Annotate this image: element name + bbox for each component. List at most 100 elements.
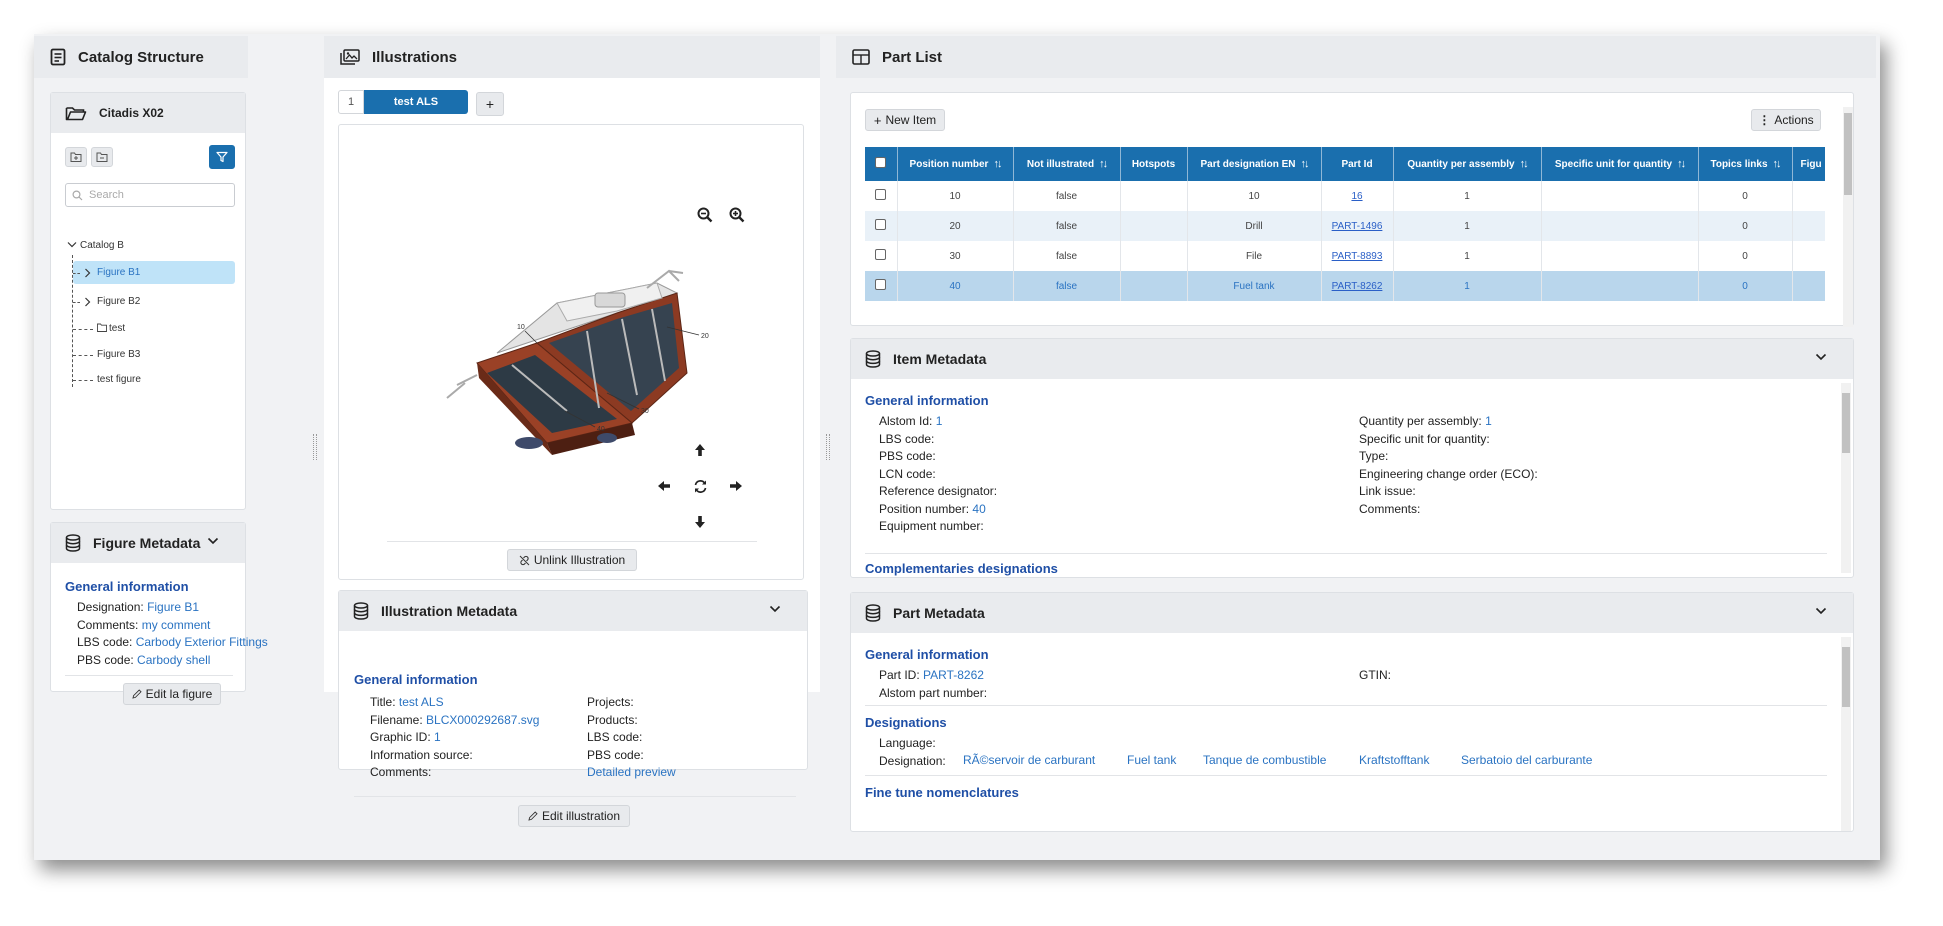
chevron-down-icon[interactable] (1815, 353, 1827, 361)
alstom-id-value: 1 (935, 414, 943, 428)
row-select-cell[interactable] (865, 211, 898, 241)
projects-label: Projects: (587, 695, 634, 709)
figure-metadata-fields: Designation: Figure B1 Comments: my comm… (77, 599, 268, 669)
item-metadata-scrollbar[interactable] (1841, 383, 1851, 573)
column-not-illustrated[interactable]: Not illustrated ↑↓ (1013, 147, 1121, 181)
panel-splitter-left[interactable] (313, 434, 317, 460)
row-checkbox[interactable] (875, 219, 887, 230)
figure-metadata-header[interactable]: Figure Metadata (51, 523, 245, 563)
part-metadata-header[interactable]: Part Metadata (851, 593, 1853, 633)
chevron-down-icon[interactable] (207, 537, 219, 545)
catalog-structure-header: Catalog Structure (34, 36, 248, 78)
designation-label: Designation: (77, 600, 144, 614)
table-row[interactable]: 10 false 10 16 1 0 (865, 181, 1825, 211)
item-metadata-header[interactable]: Item Metadata (851, 339, 1853, 379)
pan-down-icon[interactable] (693, 515, 707, 529)
pan-up-icon[interactable] (693, 443, 707, 457)
cell-figure (1792, 241, 1825, 271)
column-specific-unit[interactable]: Specific unit for quantity ↑↓ (1541, 147, 1699, 181)
row-select-cell[interactable] (865, 271, 898, 301)
catalog-root-header[interactable]: Citadis X02 (51, 93, 245, 133)
sort-icon[interactable]: ↑↓ (1301, 158, 1310, 170)
part-id-link[interactable]: 16 (1351, 191, 1362, 202)
column-position-number[interactable]: Position number ↑↓ (897, 147, 1014, 181)
select-all-header[interactable] (865, 147, 898, 181)
detailed-preview-link[interactable]: Detailed preview (587, 765, 676, 779)
scrollbar-thumb[interactable] (1842, 647, 1850, 707)
remove-folder-button[interactable] (91, 147, 113, 167)
designation-it: Serbatoio del carburante (1461, 753, 1593, 767)
tree-item-test[interactable]: test (109, 323, 125, 334)
new-item-button[interactable]: + New Item (865, 109, 945, 131)
edit-figure-button[interactable]: Edit la figure (123, 683, 221, 705)
tree-dash (73, 273, 80, 274)
unlink-icon (519, 555, 530, 565)
column-topics-links[interactable]: Topics links ↑↓ (1698, 147, 1793, 181)
part-id-link[interactable]: PART-1496 (1332, 221, 1383, 232)
part-metadata-scrollbar[interactable] (1841, 637, 1851, 831)
sort-icon[interactable]: ↑↓ (1520, 158, 1529, 170)
row-checkbox[interactable] (875, 189, 887, 200)
chevron-right-icon[interactable] (84, 268, 91, 278)
table-row[interactable]: 20 false Drill PART-1496 1 0 (865, 211, 1825, 241)
column-part-designation-en[interactable]: Part designation EN ↑↓ (1187, 147, 1322, 181)
zoom-in-icon[interactable] (729, 207, 745, 223)
column-label: Topics links (1710, 159, 1768, 170)
figure-metadata-box: Figure Metadata General information Desi… (50, 522, 268, 705)
tree-item-figure-b3[interactable]: Figure B3 (97, 349, 140, 360)
row-select-cell[interactable] (865, 181, 898, 211)
cell-not-illustrated: false (1013, 241, 1121, 271)
images-icon (340, 49, 360, 65)
reset-view-icon[interactable] (693, 479, 708, 494)
tab-test-als[interactable]: test ALS (364, 90, 468, 114)
part-id-link[interactable]: PART-8262 (1332, 281, 1383, 292)
actions-button[interactable]: ⋮ Actions (1751, 109, 1821, 131)
chevron-down-icon[interactable] (67, 241, 77, 249)
row-checkbox[interactable] (875, 279, 887, 290)
sort-icon[interactable]: ↑↓ (1677, 158, 1686, 170)
tree-item-figure-b2[interactable]: Figure B2 (97, 296, 140, 307)
cell-not-illustrated: false (1013, 211, 1121, 241)
unlink-illustration-button[interactable]: Unlink Illustration (507, 549, 637, 571)
add-folder-button[interactable] (65, 147, 87, 167)
edit-illustration-button[interactable]: Edit illustration (518, 805, 630, 827)
table-row[interactable]: 40 false Fuel tank PART-8262 1 0 (865, 271, 1825, 301)
tree-root-catalog-b[interactable]: Catalog B (80, 240, 124, 251)
table-row[interactable]: 30 false File PART-8893 1 0 (865, 241, 1825, 271)
folder-minus-icon (96, 152, 108, 162)
scrollbar-thumb[interactable] (1842, 393, 1850, 453)
column-quantity-per-assembly[interactable]: Quantity per assembly ↑↓ (1393, 147, 1542, 181)
general-information-heading: General information (865, 647, 989, 662)
zoom-out-icon[interactable] (697, 207, 713, 223)
illustration-metadata-header[interactable]: Illustration Metadata (339, 591, 807, 631)
table-scrollbar[interactable] (1843, 107, 1853, 327)
select-all-checkbox[interactable] (875, 157, 887, 168)
sort-icon[interactable]: ↑↓ (1099, 158, 1108, 170)
chevron-right-icon[interactable] (84, 297, 91, 307)
row-checkbox[interactable] (875, 249, 887, 260)
cell-quantity: 1 (1393, 271, 1542, 301)
tab-index[interactable]: 1 (338, 90, 364, 114)
scrollbar-thumb[interactable] (1844, 113, 1852, 195)
chevron-down-icon[interactable] (1815, 607, 1827, 615)
part-list-header: Part List (836, 36, 1876, 78)
sort-icon[interactable]: ↑↓ (1773, 158, 1782, 170)
pan-left-icon[interactable] (657, 479, 671, 493)
column-figure[interactable]: Figu (1792, 147, 1825, 181)
filter-button[interactable] (209, 145, 235, 169)
search-input[interactable]: Search (65, 183, 235, 207)
column-hotspots[interactable]: Hotspots (1120, 147, 1188, 181)
table-header-row: Position number ↑↓ Not illustrated ↑↓ Hots… (865, 147, 1825, 181)
tree-item-test-figure[interactable]: test figure (97, 374, 141, 385)
cell-quantity: 1 (1393, 181, 1542, 211)
chevron-down-icon[interactable] (769, 605, 781, 613)
row-select-cell[interactable] (865, 241, 898, 271)
tree-dash (73, 329, 93, 330)
cell-specific-unit (1541, 211, 1699, 241)
add-tab-button[interactable]: + (476, 92, 504, 116)
sort-icon[interactable]: ↑↓ (993, 158, 1002, 170)
column-part-id[interactable]: Part Id (1321, 147, 1394, 181)
part-id-link[interactable]: PART-8893 (1332, 251, 1383, 262)
pan-right-icon[interactable] (729, 479, 743, 493)
panel-splitter-right[interactable] (826, 434, 830, 460)
